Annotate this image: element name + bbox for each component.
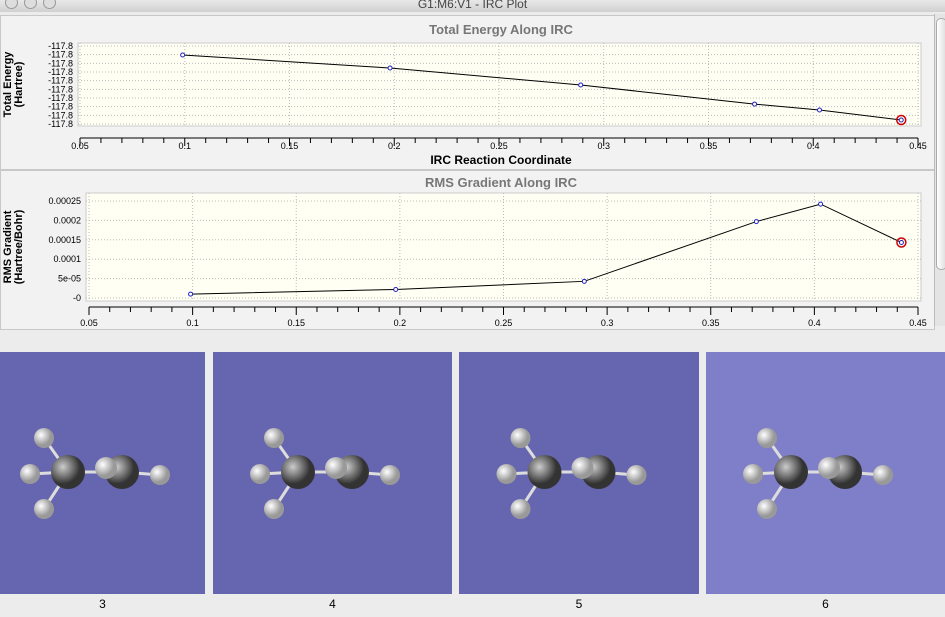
frame-label: 6 xyxy=(822,597,829,611)
data-point xyxy=(581,278,587,284)
frame-label: 4 xyxy=(329,597,336,611)
molecule-frame[interactable] xyxy=(459,352,699,594)
chart-title: Total Energy Along IRC xyxy=(429,22,573,37)
molecule-icon xyxy=(250,428,400,519)
energy-plot-panel: Total Energy Along IRC -117.8 -117.8 -117.8… xyxy=(0,15,935,170)
window-title: G1:M6:V1 - IRC Plot xyxy=(417,0,528,11)
y-axis-unit: (Hartree/Bohr) xyxy=(13,209,25,284)
x-tick-label: 0.1 xyxy=(178,141,191,151)
data-point xyxy=(387,65,393,71)
y-tick-label: 0.00015 xyxy=(48,235,81,245)
x-tick-label: 0.15 xyxy=(281,141,299,151)
x-tick-label: 0.45 xyxy=(909,141,927,151)
minimize-button[interactable] xyxy=(24,0,37,9)
data-point xyxy=(393,286,399,292)
data-point xyxy=(753,219,759,225)
gradient-plot-panel: RMS Gradient Along IRC -0 5e-05 0.0001 0.000… xyxy=(0,170,935,330)
y-tick-label: 0.0001 xyxy=(53,254,81,264)
x-tick-label: 0.45 xyxy=(909,318,927,328)
molecule-icon xyxy=(20,428,170,519)
data-point xyxy=(188,291,194,297)
data-point xyxy=(817,107,823,113)
zoom-button[interactable] xyxy=(43,0,56,9)
y-tick-label: 0.0002 xyxy=(53,215,81,225)
data-point xyxy=(180,52,186,58)
x-axis-label: IRC Reaction Coordinate xyxy=(430,153,572,167)
close-button[interactable] xyxy=(5,0,18,9)
energy-chart[interactable]: Total Energy Along IRC-117.8-117.8-117.8… xyxy=(1,16,934,169)
y-axis-unit: (Hartree) xyxy=(13,61,25,107)
title-bar: G1:M6:V1 - IRC Plot xyxy=(0,0,945,12)
x-tick-label: 0.2 xyxy=(388,141,401,151)
molecule-frame[interactable] xyxy=(213,352,452,594)
molecule-frame[interactable] xyxy=(0,352,205,594)
x-tick-label: 0.3 xyxy=(601,318,614,328)
x-tick-label: 0.25 xyxy=(495,318,513,328)
x-tick-label: 0.4 xyxy=(808,318,821,328)
data-point xyxy=(898,117,904,123)
x-tick-label: 0.05 xyxy=(80,318,98,328)
y-tick-label: 0.00025 xyxy=(48,196,81,206)
gradient-chart[interactable]: RMS Gradient Along IRC -0 5e-05 0.0001 0.000… xyxy=(1,171,934,329)
chart-title: RMS Gradient Along IRC xyxy=(425,175,578,190)
x-tick-label: 0.25 xyxy=(490,141,508,151)
frame-label: 3 xyxy=(99,597,106,611)
molecule-frame[interactable] xyxy=(706,352,945,594)
x-tick-label: 0.35 xyxy=(702,318,720,328)
molecule-icon xyxy=(743,428,893,519)
molecule-icon xyxy=(496,428,647,519)
y-tick-label: 5e-05 xyxy=(58,274,81,284)
x-tick-label: 0.05 xyxy=(71,141,89,151)
data-point xyxy=(898,240,904,246)
data-point xyxy=(818,201,824,207)
frame-label: 5 xyxy=(575,597,583,611)
data-point xyxy=(752,101,758,107)
x-tick-label: 0.15 xyxy=(287,318,305,328)
y-tick-label: -0 xyxy=(73,293,81,303)
x-tick-label: 0.2 xyxy=(394,318,407,328)
x-tick-label: 0.35 xyxy=(700,141,718,151)
x-tick-label: 0.3 xyxy=(597,141,610,151)
scrollbar[interactable] xyxy=(934,14,945,326)
y-tick-label: -117.8 xyxy=(48,119,73,129)
x-tick-label: 0.4 xyxy=(807,141,820,151)
data-point xyxy=(578,82,584,88)
scroll-thumb[interactable] xyxy=(936,18,945,270)
x-tick-label: 0.1 xyxy=(186,318,199,328)
